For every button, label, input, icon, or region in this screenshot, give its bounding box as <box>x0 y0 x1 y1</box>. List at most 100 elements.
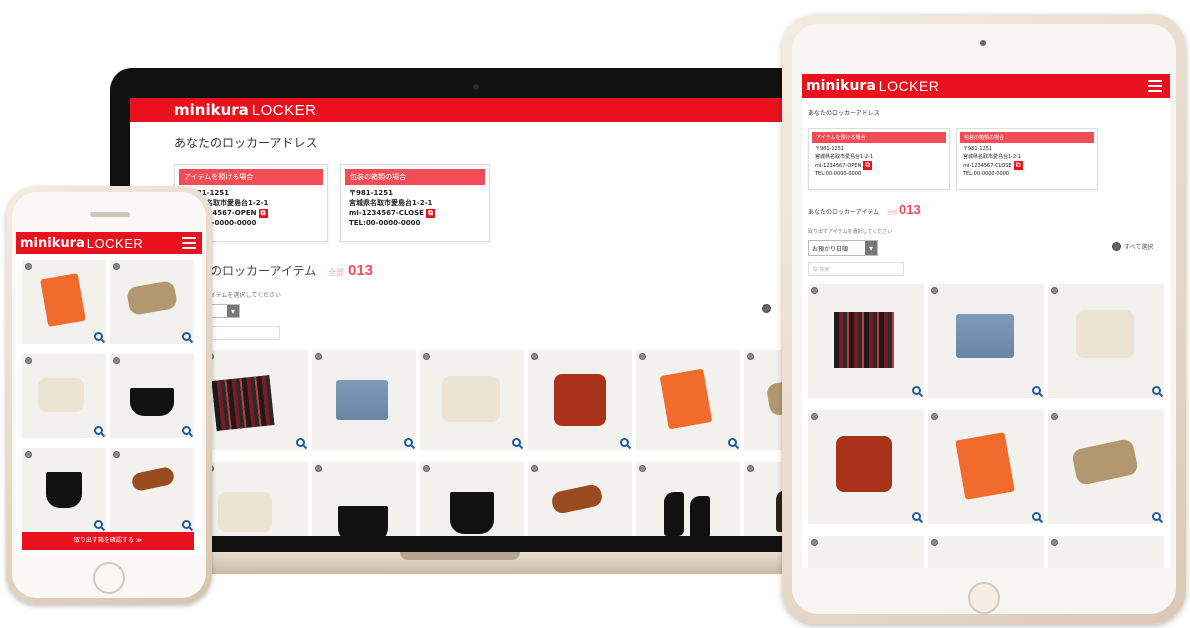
item-tile[interactable] <box>204 462 308 536</box>
address-street: 宮城県名取市愛島台1-2-1 <box>349 199 433 207</box>
item-tile[interactable] <box>528 350 632 450</box>
select-all-button[interactable] <box>762 304 771 313</box>
item-tile[interactable] <box>808 410 924 524</box>
item-tile[interactable] <box>110 260 194 344</box>
item-tile[interactable] <box>420 350 524 450</box>
zoom-in-icon[interactable] <box>912 386 921 395</box>
item-tile[interactable] <box>528 462 632 536</box>
glasses-case-image <box>130 465 176 493</box>
zoom-in-icon[interactable] <box>620 438 629 447</box>
zoom-in-icon[interactable] <box>182 332 191 341</box>
item-tile[interactable] <box>636 350 740 450</box>
select-circle-icon[interactable] <box>113 357 120 364</box>
item-tile[interactable] <box>22 260 106 344</box>
phone-home-button[interactable] <box>93 562 125 594</box>
red-sweater-image <box>836 436 892 492</box>
jeans-image <box>956 314 1014 358</box>
hamburger-menu-icon[interactable] <box>1148 80 1162 92</box>
copy-badge-icon[interactable]: ⧉ <box>863 161 873 170</box>
app-header: minikura LOCKER <box>130 98 800 122</box>
item-tile[interactable] <box>22 448 106 532</box>
item-tile[interactable] <box>928 284 1044 398</box>
zoom-in-icon[interactable] <box>404 438 413 447</box>
select-circle-icon[interactable] <box>811 413 818 420</box>
item-tile[interactable] <box>204 350 308 450</box>
address-street: 宮城県名取市愛島台1-2-1 <box>963 154 1022 160</box>
logo-light: LOCKER <box>878 78 940 94</box>
address-zip: 〒981-1251 <box>963 146 993 152</box>
tablet-screen: minikura LOCKER あなたのロッカーアドレス アイテムを預ける場合 … <box>802 74 1170 568</box>
zoom-in-icon[interactable] <box>1152 386 1161 395</box>
select-circle-icon[interactable] <box>931 413 938 420</box>
address-card-header: 包装の箱類の場合 <box>960 132 1094 143</box>
sort-select[interactable]: お預かり日順 ▾ <box>808 240 878 256</box>
zoom-in-icon[interactable] <box>1032 386 1041 395</box>
select-circle-icon[interactable] <box>639 353 646 360</box>
select-circle-icon[interactable] <box>315 465 322 472</box>
item-tile[interactable] <box>312 462 416 536</box>
select-circle-icon[interactable] <box>113 451 120 458</box>
zoom-in-icon[interactable] <box>94 520 103 529</box>
zoom-in-icon[interactable] <box>296 438 305 447</box>
select-circle-icon[interactable] <box>747 353 754 360</box>
select-circle-icon[interactable] <box>1051 287 1058 294</box>
address-card-header: アイテムを預ける場合 <box>812 132 946 143</box>
item-tile[interactable] <box>1048 284 1164 398</box>
item-tile[interactable] <box>22 354 106 438</box>
zoom-in-icon[interactable] <box>1032 512 1041 521</box>
search-input[interactable]: 取 検索 <box>808 262 904 276</box>
zoom-in-icon[interactable] <box>182 426 191 435</box>
phone-speaker <box>90 212 130 217</box>
select-circle-icon[interactable] <box>423 465 430 472</box>
copy-badge-icon[interactable]: ⧉ <box>258 208 268 218</box>
jeans-image <box>336 380 388 420</box>
heel-left-image <box>664 492 684 536</box>
app-header: minikura LOCKER <box>16 232 202 254</box>
item-tile[interactable] <box>420 462 524 536</box>
select-circle-icon[interactable] <box>531 353 538 360</box>
select-circle-icon[interactable] <box>25 357 32 364</box>
select-circle-icon[interactable] <box>1051 413 1058 420</box>
item-tile[interactable] <box>928 410 1044 524</box>
copy-badge-icon[interactable]: ⧉ <box>425 208 435 218</box>
item-tile[interactable] <box>636 462 740 536</box>
select-circle-icon[interactable] <box>1051 539 1058 546</box>
item-tile[interactable] <box>312 350 416 450</box>
select-circle-icon[interactable] <box>315 353 322 360</box>
select-circle-icon[interactable] <box>531 465 538 472</box>
logo-light: LOCKER <box>251 101 317 119</box>
zoom-in-icon[interactable] <box>1152 512 1161 521</box>
select-all-icon <box>762 304 771 313</box>
select-circle-icon[interactable] <box>931 539 938 546</box>
select-circle-icon[interactable] <box>811 287 818 294</box>
zoom-in-icon[interactable] <box>182 520 191 529</box>
zoom-in-icon[interactable] <box>728 438 737 447</box>
select-circle-icon[interactable] <box>423 353 430 360</box>
item-tile[interactable] <box>110 448 194 532</box>
item-tile[interactable] <box>1048 410 1164 524</box>
select-circle-icon[interactable] <box>25 451 32 458</box>
tablet-home-button[interactable] <box>968 582 1000 614</box>
select-circle-icon[interactable] <box>639 465 646 472</box>
item-tile[interactable] <box>808 284 924 398</box>
count-label: 全部 <box>887 210 898 216</box>
select-circle-icon[interactable] <box>747 465 754 472</box>
copy-badge-icon[interactable]: ⧉ <box>1013 161 1023 170</box>
zoom-in-icon[interactable] <box>94 332 103 341</box>
search-input[interactable] <box>204 326 280 340</box>
select-circle-icon[interactable] <box>811 539 818 546</box>
select-circle-icon[interactable] <box>113 263 120 270</box>
select-circle-icon[interactable] <box>25 263 32 270</box>
item-tile[interactable] <box>808 536 924 568</box>
select-all-button[interactable]: すべて選択 <box>1112 242 1153 251</box>
address-street: 宮城県名取市愛島台1-2-1 <box>815 154 874 160</box>
select-circle-icon[interactable] <box>931 287 938 294</box>
confirm-retrieve-button[interactable]: 取り出す箱を確認する ≫ <box>22 532 194 550</box>
zoom-in-icon[interactable] <box>512 438 521 447</box>
zoom-in-icon[interactable] <box>94 426 103 435</box>
item-tile[interactable] <box>928 536 1044 568</box>
item-tile[interactable] <box>110 354 194 438</box>
hamburger-menu-icon[interactable] <box>182 237 196 249</box>
zoom-in-icon[interactable] <box>912 512 921 521</box>
item-tile[interactable] <box>1048 536 1164 568</box>
